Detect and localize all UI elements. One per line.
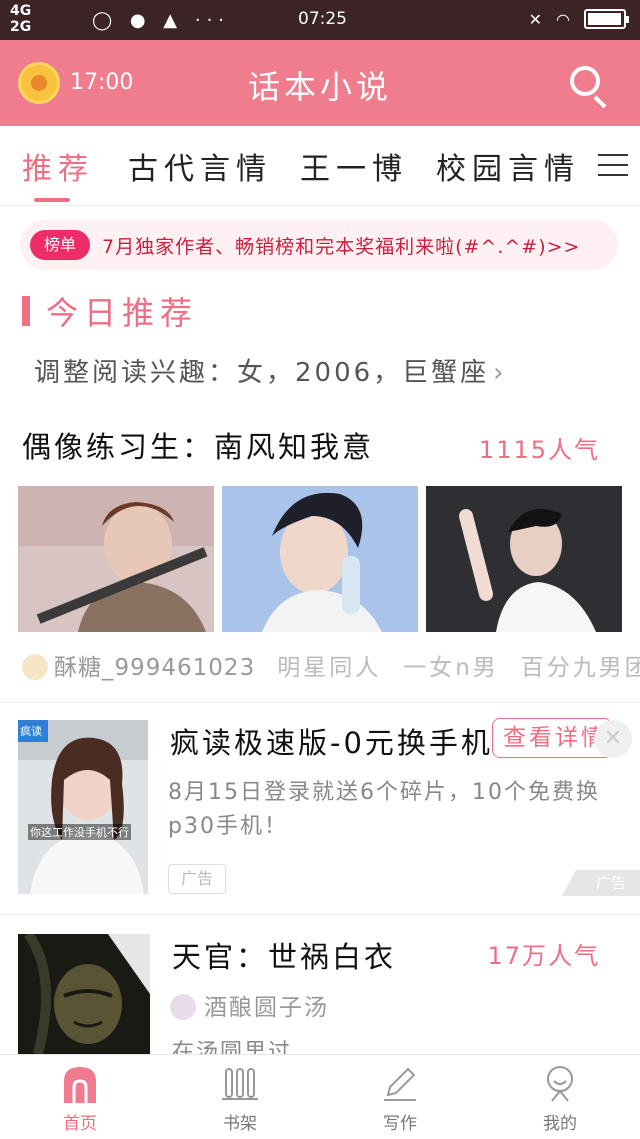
tab-active-indicator — [34, 198, 70, 202]
chevron-right-icon: › — [493, 358, 507, 388]
battery-icon — [584, 9, 629, 29]
app-header: 17:00 话本小说 — [0, 40, 640, 126]
search-icon[interactable] — [570, 66, 600, 96]
ranking-badge: 榜单 — [30, 230, 90, 260]
book-meta: 酥糖_999461023 明星同人 一女n男 百分九男团 — [22, 648, 640, 682]
book-tag[interactable]: 明星同人 — [277, 655, 381, 681]
nav-bookshelf[interactable]: 书架 — [160, 1055, 320, 1139]
ad-image[interactable]: 疯读 你这工作没手机不行 — [18, 720, 148, 894]
nav-profile-label: 我的 — [543, 1114, 577, 1134]
notification-icons: ◯ ● ▲ ··· — [92, 10, 231, 31]
signal-2g-label: 2G — [10, 19, 32, 35]
author-name: 酒酿圆子汤 — [204, 995, 329, 1021]
book-title[interactable]: 偶像练习生：南风知我意 — [22, 424, 374, 466]
nav-home[interactable]: 首页 — [0, 1055, 160, 1139]
signal-4g-label: 4G — [10, 3, 32, 19]
cover-image[interactable] — [222, 486, 418, 632]
book-tag[interactable]: 百分九男团 — [521, 655, 640, 681]
book-popularity: 1115人气 — [478, 436, 600, 464]
home-icon — [64, 1067, 96, 1103]
status-bar: 4G 2G ◯ ● ▲ ··· 07:25 ✕ ◠ — [0, 0, 640, 40]
nav-profile[interactable]: 我的 — [480, 1055, 640, 1139]
nav-bookshelf-label: 书架 — [223, 1114, 257, 1134]
pencil-icon — [384, 1067, 416, 1101]
book-cover-gallery[interactable] — [18, 486, 622, 632]
divider — [0, 702, 640, 703]
signal-indicator: 4G 2G — [10, 3, 31, 35]
book-title[interactable]: 天官：世祸白衣 — [172, 934, 396, 976]
profile-icon — [547, 1066, 573, 1102]
app-title: 话本小说 — [247, 68, 392, 106]
nav-home-label: 首页 — [63, 1114, 97, 1134]
status-time: 07:25 — [298, 9, 347, 29]
category-tabs: 推荐 古代言情 王一博 校园言情 — [0, 126, 640, 206]
cover-image[interactable] — [18, 934, 150, 1054]
divider — [0, 914, 640, 915]
nav-write[interactable]: 写作 — [320, 1055, 480, 1139]
notice-banner[interactable]: 榜单 7月独家作者、畅销榜和完本奖福利来啦(#^.^#)>> — [20, 220, 618, 270]
author-name[interactable]: 酥糖_999461023 — [54, 655, 255, 681]
reading-preference-text: 调整阅读兴趣：女，2006，巨蟹座 — [34, 358, 490, 388]
ad-image-caption: 你这工作没手机不行 — [28, 824, 131, 840]
ad-corner-mark: 广告 — [562, 870, 640, 896]
mute-icon: ✕ — [528, 9, 543, 29]
author-row[interactable]: 酒酿圆子汤 — [170, 988, 329, 1022]
cover-image[interactable] — [18, 486, 214, 632]
bookshelf-icon — [222, 1068, 258, 1100]
ad-description: 8月15日登录就送6个碎片，10个免费换p30手机！ — [168, 780, 600, 839]
menu-icon[interactable] — [598, 150, 628, 180]
author-avatar — [170, 994, 196, 1020]
author-avatar — [22, 654, 48, 680]
reading-preference-link[interactable]: 调整阅读兴趣：女，2006，巨蟹座 › — [34, 352, 507, 389]
tab-wang-yibo[interactable]: 王一博 — [300, 144, 408, 188]
tab-campus-romance[interactable]: 校园言情 — [436, 144, 580, 188]
ad-title[interactable]: 疯读极速版-0元换手机 — [170, 720, 493, 762]
section-accent-bar — [22, 296, 30, 326]
book-tag[interactable]: 一女n男 — [403, 655, 499, 681]
close-icon[interactable]: ✕ — [594, 720, 632, 758]
bottom-navigation: 首页 书架 写作 我的 — [0, 1054, 640, 1138]
ad-image-logo: 疯读 — [20, 725, 42, 738]
book-popularity: 17万人气 — [487, 942, 600, 970]
ad-label: 广告 — [168, 864, 226, 894]
cover-image[interactable] — [426, 486, 622, 632]
tab-ancient-romance[interactable]: 古代言情 — [128, 144, 272, 188]
nav-write-label: 写作 — [383, 1114, 417, 1134]
section-title: 今日推荐 — [46, 294, 199, 332]
notice-text: 7月独家作者、畅销榜和完本奖福利来啦(#^.^#)>> — [102, 236, 581, 258]
wifi-icon: ◠ — [556, 9, 570, 29]
tab-recommend[interactable]: 推荐 — [22, 144, 94, 188]
